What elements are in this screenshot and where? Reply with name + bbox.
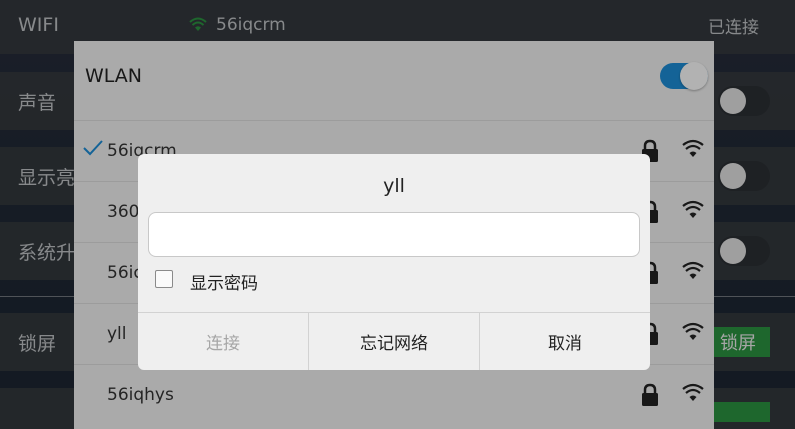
dialog-button-bar: 连接 忘记网络 取消 <box>138 312 650 370</box>
show-password-label: 显示密码 <box>190 274 258 294</box>
connect-button[interactable]: 连接 <box>138 313 309 370</box>
dialog-title: yll <box>383 175 405 197</box>
show-password-checkbox[interactable] <box>155 270 173 288</box>
password-dialog: yll 显示密码 连接 忘记网络 取消 <box>138 154 650 370</box>
forget-network-button[interactable]: 忘记网络 <box>309 313 480 370</box>
password-input[interactable] <box>148 212 640 257</box>
cancel-button[interactable]: 取消 <box>480 313 650 370</box>
